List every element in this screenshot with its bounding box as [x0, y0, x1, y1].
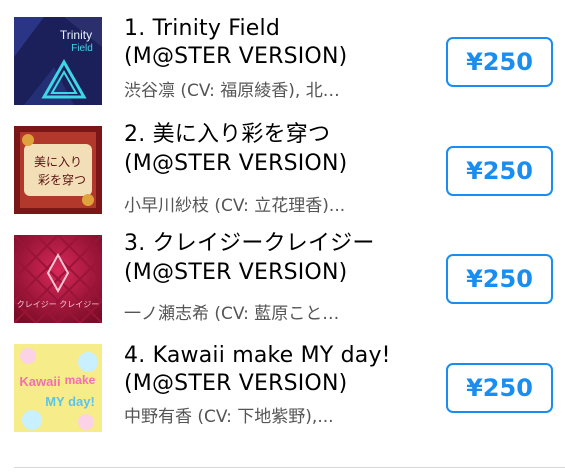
buy-price-button[interactable]: ¥250 [446, 37, 553, 87]
track-list: Trinity Field 1. Trinity Field (M@STER V… [0, 0, 565, 475]
album-art[interactable]: Trinity Field [14, 17, 102, 105]
track-artist: 一ノ瀬志希 (CV: 藍原こと… [124, 304, 340, 324]
track-artist: 小早川紗枝 (CV: 立花理香)... [124, 196, 346, 216]
buy-price-button[interactable]: ¥250 [446, 254, 553, 304]
album-art-text: MY day! [45, 394, 95, 409]
album-art-text: 彩を穿つ [38, 172, 86, 187]
track-subtitle: (M@STER VERSION) [124, 371, 348, 396]
track-title: 4. Kawaii make MY day! [124, 343, 391, 368]
track-row[interactable]: Kawaii make MY day! 4. Kawaii make MY da… [0, 336, 565, 436]
track-row[interactable]: クレイジー クレイジー 3. クレイジークレイジー (M@STER VERSIO… [0, 226, 565, 326]
divider [14, 467, 565, 468]
track-title: 2. 美に入り彩を穿つ [124, 122, 331, 147]
track-artist: 中野有香 (CV: 下地紫野),... [124, 407, 334, 427]
album-art[interactable]: Kawaii make MY day! [14, 344, 102, 432]
track-subtitle: (M@STER VERSION) [124, 44, 348, 69]
track-title: 3. クレイジークレイジー [124, 231, 375, 256]
buy-price-button[interactable]: ¥250 [446, 146, 553, 196]
album-art[interactable]: クレイジー クレイジー [14, 235, 102, 323]
track-subtitle: (M@STER VERSION) [124, 151, 348, 176]
album-art-text: Trinity [60, 28, 92, 42]
album-art-text: Field [71, 43, 93, 54]
track-row[interactable]: Trinity Field 1. Trinity Field (M@STER V… [0, 8, 565, 108]
album-art-text: 美に入り [34, 155, 82, 169]
buy-price-button[interactable]: ¥250 [446, 363, 553, 413]
album-art-text: クレイジー クレイジー [17, 300, 100, 309]
album-art-text: make [65, 373, 96, 387]
album-art-text: Kawaii [19, 374, 60, 389]
album-art[interactable]: 美に入り 彩を穿つ [14, 126, 102, 214]
track-row[interactable]: 美に入り 彩を穿つ 2. 美に入り彩を穿つ (M@STER VERSION) 小… [0, 117, 565, 217]
track-subtitle: (M@STER VERSION) [124, 260, 348, 285]
track-title: 1. Trinity Field [124, 16, 281, 41]
track-artist: 渋谷凛 (CV: 福原綾香), 北… [124, 81, 340, 101]
